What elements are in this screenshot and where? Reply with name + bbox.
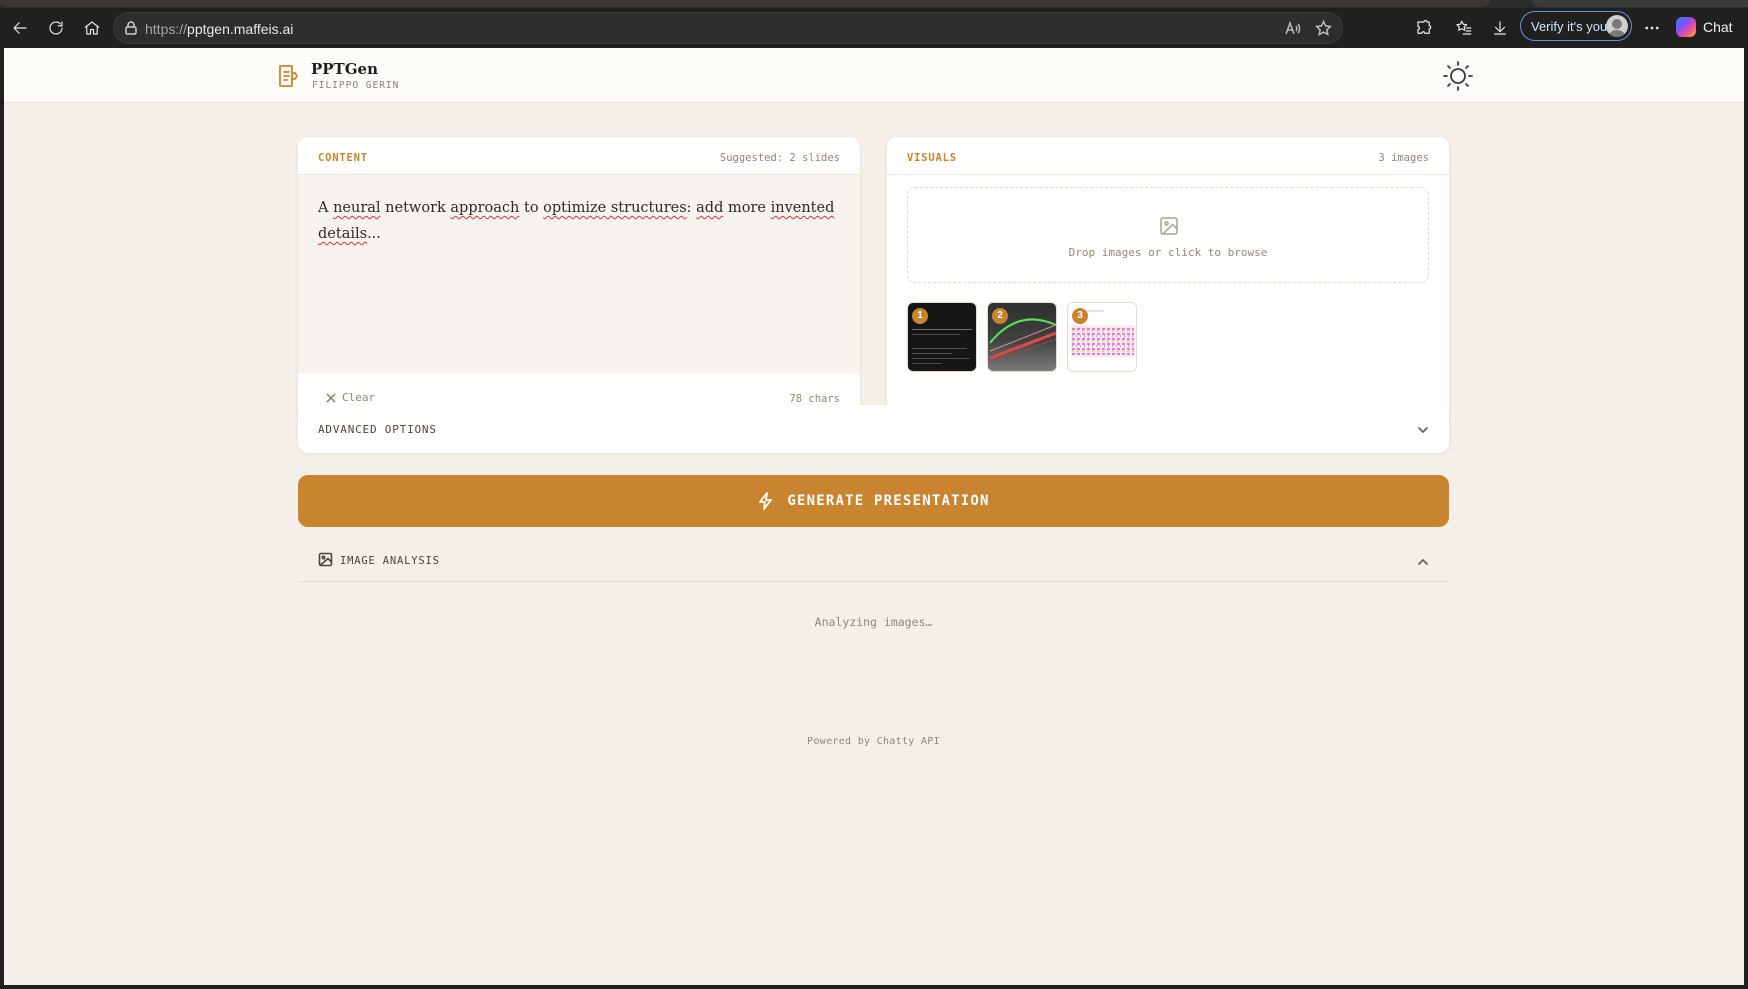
- verify-profile-button[interactable]: Verify it's you: [1520, 11, 1632, 41]
- content-label: CONTENT: [318, 152, 368, 164]
- thumbnail-number: 3: [1072, 308, 1088, 324]
- app-title: PPTGen: [311, 60, 378, 78]
- advanced-options-label: ADVANCED OPTIONS: [318, 423, 437, 436]
- visuals-card: VISUALS 3 images Drop images or click to…: [887, 137, 1449, 427]
- chevron-up-icon: [1417, 555, 1429, 567]
- favorites-list-icon[interactable]: [1452, 16, 1476, 40]
- copilot-chat-button[interactable]: Chat: [1676, 12, 1733, 42]
- url-text[interactable]: https://pptgen.maffeis.ai: [145, 21, 293, 37]
- analysis-status: Analyzing images…: [814, 615, 933, 629]
- chat-label: Chat: [1703, 19, 1733, 35]
- text-segment: to: [519, 200, 544, 216]
- text-segment: more: [723, 200, 771, 216]
- misspelled-word: neural: [333, 200, 381, 216]
- browser-tab[interactable]: [0, 0, 1490, 7]
- clear-button[interactable]: Clear: [326, 391, 375, 404]
- image-dropzone[interactable]: Drop images or click to browse: [907, 187, 1429, 283]
- verify-label: Verify it's you: [1531, 18, 1608, 34]
- text-segment: A: [318, 200, 334, 216]
- favorite-star-icon[interactable]: [1314, 19, 1333, 42]
- char-count: 78 chars: [789, 393, 840, 405]
- text-segment: network: [380, 200, 451, 216]
- misspelled-word: invented: [770, 200, 835, 216]
- extensions-icon[interactable]: [1412, 16, 1436, 40]
- footer-text: Powered by Chatty API: [807, 736, 940, 747]
- content-textarea[interactable]: A neural network approach to optimize st…: [298, 175, 860, 373]
- text-segment: ...: [367, 226, 381, 242]
- theme-toggle-sun-icon[interactable]: [1441, 59, 1475, 93]
- content-text: A neural network approach to optimize st…: [318, 195, 840, 247]
- image-thumbnail-2[interactable]: 2: [987, 302, 1057, 372]
- misspelled-word: optimize structures: [543, 200, 687, 216]
- copilot-icon: [1676, 17, 1696, 37]
- image-analysis-label: IMAGE ANALYSIS: [340, 555, 440, 567]
- browser-toolbar: https://pptgen.maffeis.ai Verify it's yo…: [0, 8, 1748, 48]
- image-count: 3 images: [1378, 152, 1429, 164]
- lock-icon[interactable]: [123, 20, 139, 36]
- dropzone-text: Drop images or click to browse: [1068, 246, 1268, 259]
- image-analysis-toggle[interactable]: IMAGE ANALYSIS: [298, 542, 1449, 582]
- close-icon: [326, 392, 336, 403]
- url-host: pptgen.maffeis.ai: [187, 21, 294, 37]
- image-icon: [318, 552, 333, 567]
- download-icon[interactable]: [1488, 16, 1512, 40]
- back-icon[interactable]: [8, 16, 32, 40]
- image-icon: [1158, 215, 1180, 237]
- misspelled-word: details: [318, 226, 368, 242]
- app-subtitle: FILIPPO GERIN: [312, 80, 400, 91]
- misspelled-word: approach: [450, 200, 520, 216]
- chevron-down-icon: [1417, 423, 1429, 435]
- misspelled-word: add: [696, 200, 724, 216]
- generate-presentation-button[interactable]: GENERATE PRESENTATION: [298, 475, 1449, 527]
- url-protocol: https://: [145, 21, 188, 37]
- page-viewport: PPTGen FILIPPO GERIN CONTENT Suggested: …: [4, 48, 1744, 985]
- read-aloud-icon[interactable]: [1284, 20, 1301, 42]
- app-header: PPTGen FILIPPO GERIN: [4, 48, 1744, 103]
- advanced-options-toggle[interactable]: ADVANCED OPTIONS: [298, 405, 1449, 453]
- text-segment: :: [686, 200, 697, 216]
- refresh-icon[interactable]: [44, 16, 68, 40]
- generate-label: GENERATE PRESENTATION: [787, 493, 990, 509]
- divider: [887, 174, 1449, 175]
- slide-suggestion: Suggested: 2 slides: [719, 152, 840, 164]
- content-card: CONTENT Suggested: 2 slides A neural net…: [298, 137, 860, 427]
- avatar: [1606, 15, 1628, 37]
- browser-tab[interactable]: [1532, 0, 1748, 7]
- home-icon[interactable]: [80, 16, 104, 40]
- thumbnail-number: 1: [912, 308, 928, 324]
- clear-label: Clear: [342, 391, 376, 404]
- thumbnail-number: 2: [992, 308, 1008, 324]
- visuals-label: VISUALS: [907, 152, 957, 164]
- browser-tabstrip: [0, 0, 1748, 8]
- address-bar[interactable]: https://pptgen.maffeis.ai: [113, 12, 1343, 44]
- lightning-icon: [759, 492, 773, 510]
- presentation-logo-icon: [276, 63, 300, 89]
- image-thumbnail-3[interactable]: 3: [1067, 302, 1137, 372]
- image-thumbnail-1[interactable]: 1: [907, 302, 977, 372]
- more-menu-icon[interactable]: [1640, 16, 1664, 40]
